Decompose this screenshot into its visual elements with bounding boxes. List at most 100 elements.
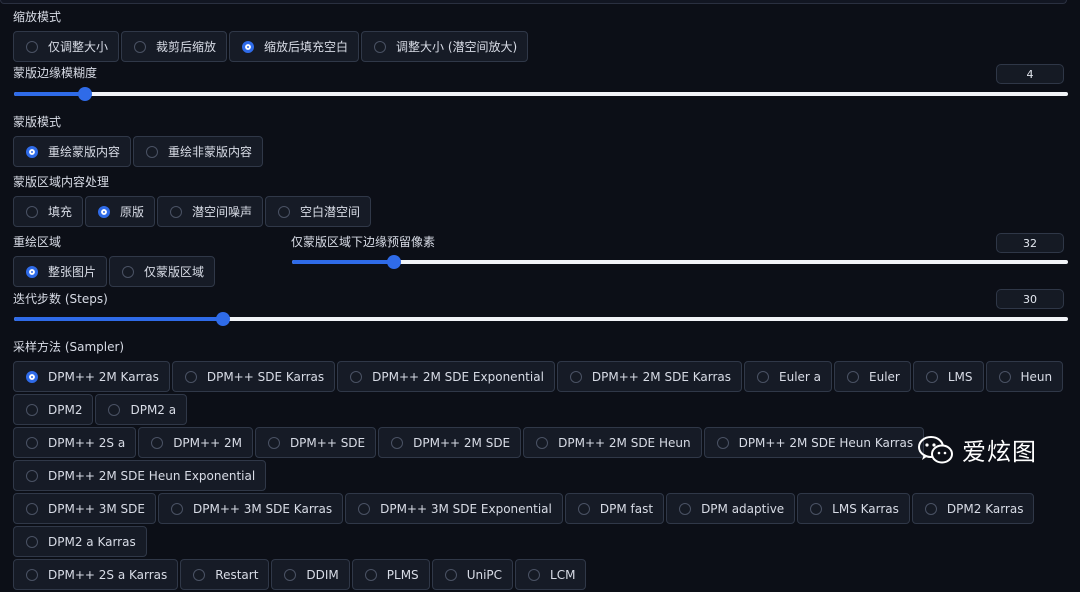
watermark-text: 爱炫图 xyxy=(962,438,1037,466)
sampler-option[interactable]: DPM++ 2M SDE xyxy=(378,427,522,458)
radio-dot-icon xyxy=(26,205,38,218)
only-masked-padding-label: 仅蒙版区域下边缘预留像素 xyxy=(291,235,436,249)
resize-mode-option[interactable]: 缩放后填充空白 xyxy=(229,31,360,62)
radio-dot-icon xyxy=(267,436,280,449)
radio-dot-icon xyxy=(171,502,183,515)
radio-dot-icon xyxy=(26,535,38,548)
slider-thumb[interactable] xyxy=(387,255,402,269)
sampler-option[interactable]: DPM++ 3M SDE Exponential xyxy=(345,493,563,524)
radio-dot-icon xyxy=(358,502,371,515)
radio-dot-icon xyxy=(26,469,38,482)
inpaint-area-option[interactable]: 仅蒙版区域 xyxy=(109,256,216,287)
steps-slider[interactable] xyxy=(14,312,1068,326)
sampler-option[interactable]: DPM++ 2M SDE Karras xyxy=(556,361,742,392)
radio-dot-icon xyxy=(716,436,729,449)
sampler-option[interactable]: DPM2 a Karras xyxy=(13,526,147,557)
masked-content-option[interactable]: 原版 xyxy=(85,196,156,227)
masked-content-option[interactable]: 填充 xyxy=(13,196,84,227)
radio-dot-icon xyxy=(184,370,197,383)
sampler-option[interactable]: DPM++ 2M SDE Exponential xyxy=(337,361,555,392)
sampler-option[interactable]: DPM++ SDE xyxy=(254,427,377,458)
radio-dot-icon xyxy=(146,145,159,158)
resize-mode-radio-group: 仅调整大小 裁剪后缩放 缩放后填充空白 调整大小 (潜空间放大) xyxy=(13,31,530,64)
sampler-option[interactable]: DPM2 Karras xyxy=(911,493,1035,524)
sampler-option[interactable]: DPM2 a xyxy=(95,394,188,425)
mask-mode-radio-group: 重绘蒙版内容 重绘非蒙版内容 xyxy=(13,136,265,169)
only-masked-padding-slider[interactable] xyxy=(292,255,1068,269)
mask-blur-label: 蒙版边缘模糊度 xyxy=(13,66,98,80)
slider-thumb[interactable] xyxy=(215,312,230,326)
sampler-option[interactable]: DPM++ 2M SDE Heun Exponential xyxy=(13,460,267,491)
radio-dot-icon xyxy=(151,436,164,449)
sampler-option[interactable]: DPM++ 2M Karras xyxy=(13,361,170,392)
sampler-option[interactable]: LMS Karras xyxy=(797,493,910,524)
resize-mode-option[interactable]: 仅调整大小 xyxy=(13,31,120,62)
sampler-option[interactable]: LMS xyxy=(912,361,984,392)
slider-thumb[interactable] xyxy=(77,87,92,101)
sampler-option[interactable]: Restart xyxy=(180,559,270,590)
sampler-option[interactable]: DPM++ SDE Karras xyxy=(171,361,336,392)
resize-mode-option[interactable]: 调整大小 (潜空间放大) xyxy=(361,31,529,62)
sampler-option[interactable]: DPM++ 2M SDE Heun Karras xyxy=(703,427,925,458)
inpaint-area-option[interactable]: 整张图片 xyxy=(13,256,108,287)
sampler-option[interactable]: Euler xyxy=(834,361,911,392)
radio-dot-icon xyxy=(98,205,111,218)
radio-dot-icon xyxy=(26,145,38,158)
sampler-option[interactable]: DPM fast xyxy=(564,493,665,524)
radio-dot-icon xyxy=(925,370,938,383)
radio-dot-icon xyxy=(536,436,549,449)
radio-dot-icon xyxy=(26,370,38,383)
steps-number-input[interactable]: 30 xyxy=(996,289,1064,309)
sampler-option[interactable]: DPM++ 2M SDE Heun xyxy=(523,427,702,458)
sampler-radio-group: DPM++ 2M Karras DPM++ SDE Karras DPM++ 2M … xyxy=(13,361,1073,592)
sampler-label: 采样方法 (Sampler) xyxy=(13,340,125,354)
radio-dot-icon xyxy=(757,370,769,383)
sampler-option[interactable]: DPM++ 2S a xyxy=(13,427,137,458)
mask-blur-number-input[interactable]: 4 xyxy=(996,64,1064,84)
masked-content-option[interactable]: 潜空间噪声 xyxy=(157,196,264,227)
slider-fill xyxy=(292,260,395,264)
radio-dot-icon xyxy=(847,370,860,383)
radio-dot-icon xyxy=(108,403,121,416)
radio-dot-icon xyxy=(350,370,363,383)
sampler-option[interactable]: UniPC xyxy=(431,559,514,590)
sampler-option[interactable]: Euler a xyxy=(744,361,833,392)
previous-panel-edge xyxy=(0,0,1067,4)
slider-fill xyxy=(14,92,85,96)
radio-dot-icon xyxy=(569,370,582,383)
sampler-option[interactable]: DPM2 xyxy=(13,394,94,425)
sampler-option[interactable]: Heun xyxy=(985,361,1064,392)
radio-dot-icon xyxy=(284,568,297,581)
radio-dot-icon xyxy=(528,568,541,581)
sampler-option[interactable]: DPM adaptive xyxy=(666,493,796,524)
sampler-option[interactable]: DDIM xyxy=(271,559,350,590)
mask-mode-option[interactable]: 重绘蒙版内容 xyxy=(13,136,132,167)
inpaint-area-radio-group: 整张图片 仅蒙版区域 xyxy=(13,256,217,289)
sampler-option[interactable]: DPM++ 3M SDE xyxy=(13,493,156,524)
sampler-option[interactable]: LCM xyxy=(515,559,587,590)
sampler-option[interactable]: DPM++ 2M xyxy=(138,427,253,458)
sampler-option[interactable]: PLMS xyxy=(351,559,430,590)
watermark: 爱炫图 xyxy=(918,432,1037,467)
radio-dot-icon xyxy=(924,502,937,515)
radio-dot-icon xyxy=(26,436,38,449)
only-masked-padding-number-input[interactable]: 32 xyxy=(996,233,1064,253)
radio-dot-icon xyxy=(444,568,457,581)
radio-dot-icon xyxy=(122,265,135,278)
radio-dot-icon xyxy=(391,436,404,449)
mask-blur-slider[interactable] xyxy=(14,87,1068,101)
radio-dot-icon xyxy=(679,502,692,515)
masked-content-option[interactable]: 空白潜空间 xyxy=(265,196,372,227)
sampler-option[interactable]: DPM++ 2S a Karras xyxy=(13,559,179,590)
radio-dot-icon xyxy=(26,568,38,581)
radio-dot-icon xyxy=(242,40,255,53)
resize-mode-label: 缩放模式 xyxy=(13,10,62,24)
radio-dot-icon xyxy=(577,502,590,515)
resize-mode-option[interactable]: 裁剪后缩放 xyxy=(121,31,228,62)
radio-dot-icon xyxy=(364,568,377,581)
mask-mode-option[interactable]: 重绘非蒙版内容 xyxy=(133,136,264,167)
sampler-option[interactable]: DPM++ 3M SDE Karras xyxy=(158,493,344,524)
radio-dot-icon xyxy=(998,370,1011,383)
radio-dot-icon xyxy=(374,40,387,53)
masked-content-label: 蒙版区域内容处理 xyxy=(13,175,110,189)
